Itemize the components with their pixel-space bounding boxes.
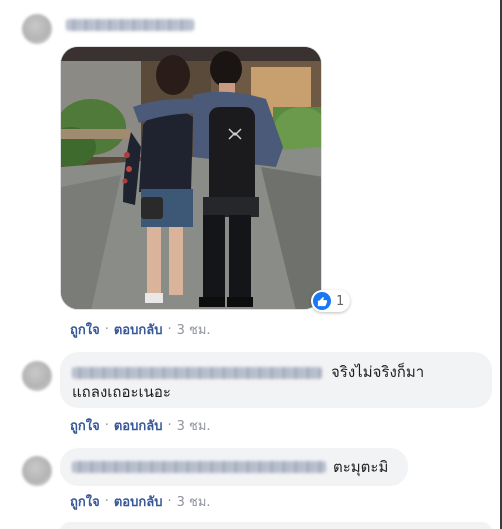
author-name-blurred[interactable] xyxy=(72,461,326,473)
avatar[interactable] xyxy=(22,456,52,486)
like-link[interactable]: ถูกใจ xyxy=(70,319,100,340)
timestamp[interactable]: 3 ชม. xyxy=(177,319,211,340)
reaction-count: 1 xyxy=(336,293,345,309)
like-link[interactable]: ถูกใจ xyxy=(70,415,100,436)
comment-photo[interactable] xyxy=(60,46,322,310)
like-link[interactable]: ถูกใจ xyxy=(70,491,100,512)
separator-dot: · xyxy=(167,322,172,337)
separator-dot: · xyxy=(167,418,172,433)
comment-actions: ถูกใจ · ตอบกลับ · 3 ชม. xyxy=(70,319,211,340)
reply-link[interactable]: ตอบกลับ xyxy=(114,415,163,436)
comment-text-line-2: แถลงเถอะเนอะ xyxy=(72,383,171,401)
separator-dot: · xyxy=(104,322,109,337)
reaction-summary[interactable]: 1 xyxy=(311,290,351,312)
comment-bubble-partial xyxy=(60,522,492,529)
photo-image xyxy=(61,47,321,309)
reply-link[interactable]: ตอบกลับ xyxy=(114,319,163,340)
separator-dot: · xyxy=(167,494,172,509)
separator-dot: · xyxy=(104,418,109,433)
timestamp[interactable]: 3 ชม. xyxy=(177,415,211,436)
author-name-blurred[interactable] xyxy=(66,19,194,31)
comment-actions: ถูกใจ · ตอบกลับ · 3 ชม. xyxy=(70,415,211,436)
author-name-blurred[interactable] xyxy=(72,367,322,379)
separator-dot: · xyxy=(104,494,109,509)
reply-link[interactable]: ตอบกลับ xyxy=(114,491,163,512)
timestamp[interactable]: 3 ชม. xyxy=(177,491,211,512)
avatar[interactable] xyxy=(22,14,52,44)
avatar[interactable] xyxy=(22,361,52,391)
comment-actions: ถูกใจ · ตอบกลับ · 3 ชม. xyxy=(70,491,211,512)
like-icon xyxy=(313,292,331,310)
comment-text: ตะมุตะมิ xyxy=(333,458,389,476)
comment-text-line-1: จริงไม่จริงก็มา xyxy=(331,363,425,381)
